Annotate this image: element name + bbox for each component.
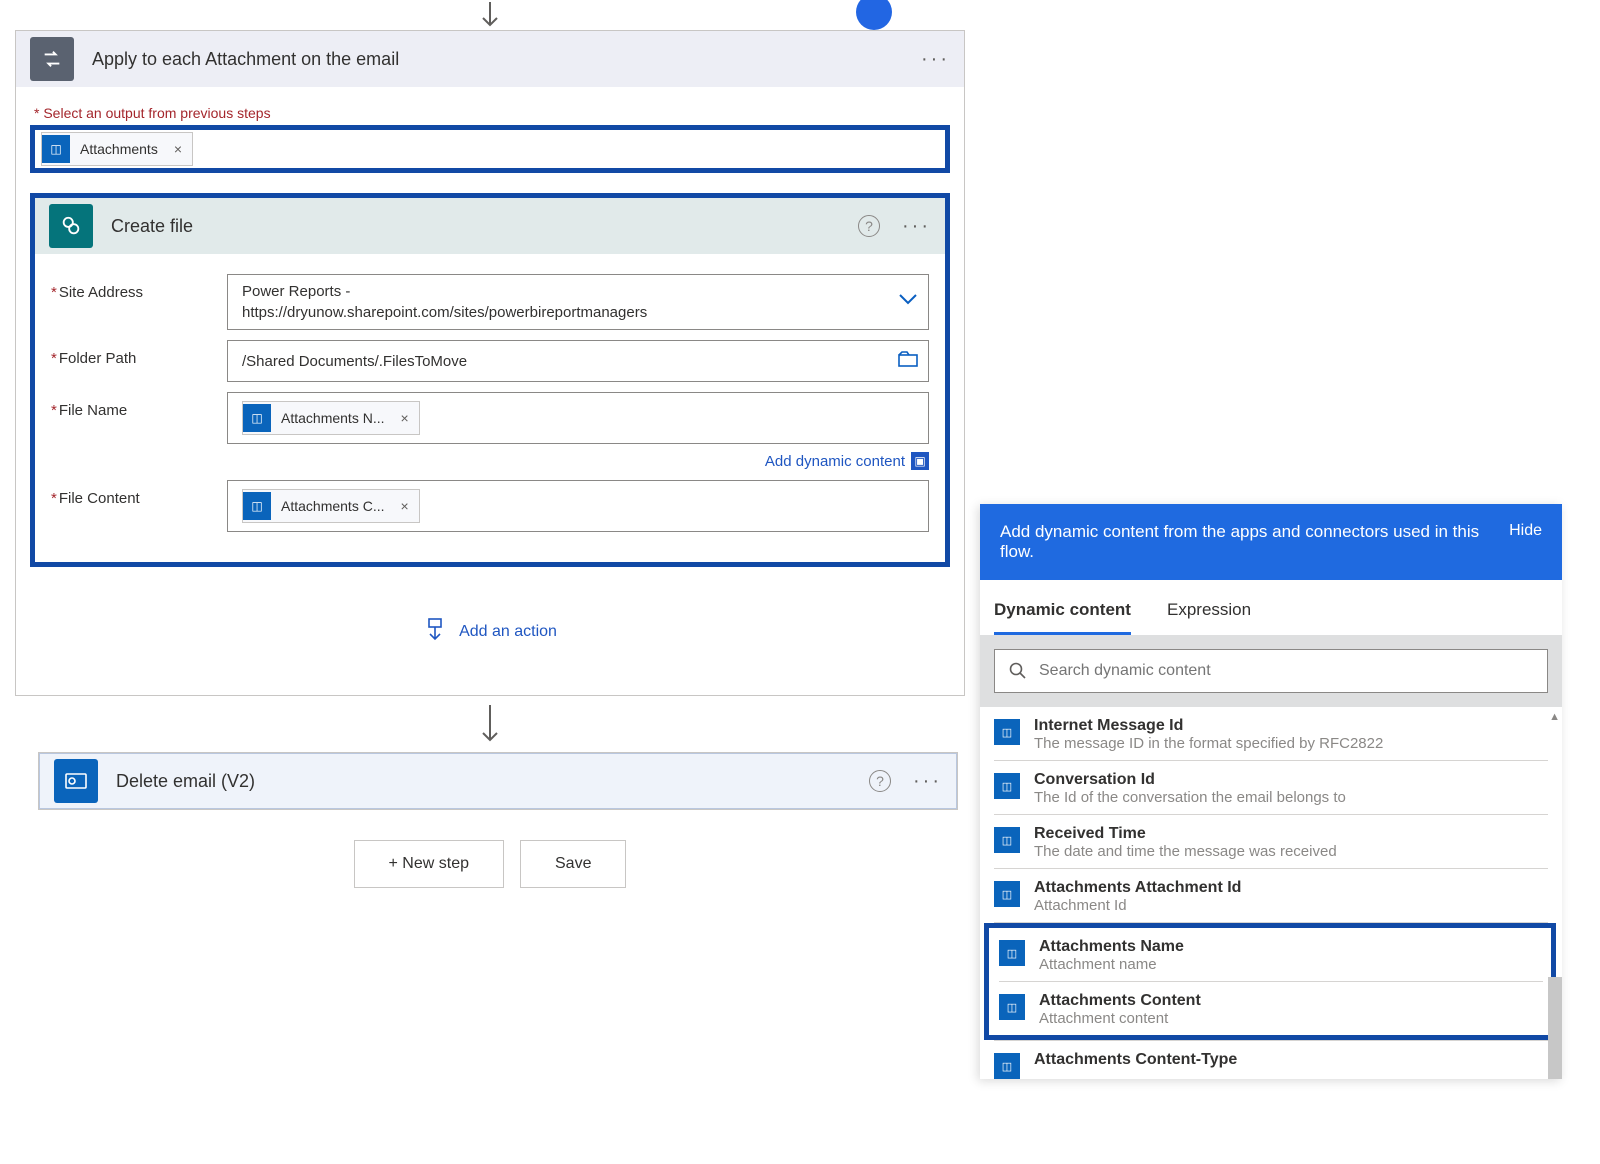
- file-content-label: *File Content: [51, 480, 227, 507]
- save-button[interactable]: Save: [520, 840, 626, 888]
- select-output-field[interactable]: ◫ Attachments ×: [30, 125, 950, 173]
- select-output-label: * Select an output from previous steps: [34, 105, 950, 121]
- site-address-value1: Power Reports -: [242, 283, 350, 300]
- sharepoint-icon: [49, 204, 93, 248]
- apply-title: Apply to each Attachment on the email: [74, 49, 921, 70]
- arrow-down-icon: [478, 1, 502, 29]
- site-address-row: *Site Address Power Reports - https://dr…: [51, 274, 929, 330]
- list-item-attachments-name[interactable]: ◫ Attachments NameAttachment name: [999, 928, 1543, 982]
- connector-dot[interactable]: [856, 0, 892, 30]
- apply-to-each-card: Apply to each Attachment on the email ··…: [15, 30, 965, 696]
- apply-more-menu[interactable]: ···: [921, 48, 950, 71]
- create-file-title: Create file: [93, 216, 858, 237]
- help-icon[interactable]: ?: [858, 215, 880, 237]
- add-an-action-button[interactable]: Add an action: [30, 597, 950, 667]
- outlook-icon: [54, 759, 98, 803]
- tab-dynamic-content[interactable]: Dynamic content: [994, 590, 1131, 635]
- dynamic-content-panel: Add dynamic content from the apps and co…: [980, 504, 1562, 1079]
- remove-token-button[interactable]: ×: [394, 498, 414, 514]
- site-address-value2: https://dryunow.sharepoint.com/sites/pow…: [242, 304, 647, 321]
- dynamic-search-wrap: [980, 635, 1562, 707]
- chevron-down-icon[interactable]: [898, 293, 918, 311]
- hide-panel-button[interactable]: Hide: [1493, 522, 1542, 540]
- search-icon: [1009, 662, 1027, 680]
- dynamic-search-box[interactable]: [994, 649, 1548, 693]
- file-content-field[interactable]: ◫ Attachments C... ×: [227, 480, 929, 532]
- dynamic-tabs: Dynamic content Expression: [980, 580, 1562, 635]
- file-name-row: *File Name ◫ Attachments N... × Add dy: [51, 392, 929, 470]
- add-dynamic-badge-icon: ▣: [911, 452, 929, 470]
- tab-expression[interactable]: Expression: [1167, 590, 1251, 635]
- list-item[interactable]: ◫ Attachments Attachment IdAttachment Id: [994, 869, 1548, 923]
- attachments-token-text: Attachments: [80, 141, 168, 157]
- dynamic-panel-header: Add dynamic content from the apps and co…: [980, 504, 1562, 580]
- list-item[interactable]: ◫ Conversation IdThe Id of the conversat…: [994, 761, 1548, 815]
- dynamic-content-list: ▲ ◫ Internet Message IdThe message ID in…: [980, 707, 1562, 1079]
- remove-token-button[interactable]: ×: [394, 410, 414, 426]
- create-file-header[interactable]: Create file ? ···: [35, 198, 945, 254]
- attachments-token[interactable]: ◫ Attachments ×: [41, 132, 193, 166]
- apply-body: * Select an output from previous steps ◫…: [16, 87, 964, 695]
- arrow-down-icon: [478, 704, 502, 744]
- file-name-label: *File Name: [51, 392, 227, 419]
- file-name-token[interactable]: ◫ Attachments N... ×: [242, 401, 420, 435]
- arrow-down-mid: [10, 696, 970, 752]
- create-file-more-menu[interactable]: ···: [902, 215, 931, 238]
- site-address-field[interactable]: Power Reports - https://dryunow.sharepoi…: [227, 274, 929, 330]
- file-name-field[interactable]: ◫ Attachments N... ×: [227, 392, 929, 444]
- highlighted-items: ◫ Attachments NameAttachment name ◫ Atta…: [984, 923, 1556, 1040]
- insert-step-icon: [423, 618, 447, 646]
- outlook-icon: ◫: [994, 773, 1020, 799]
- new-step-button[interactable]: + New step: [354, 840, 504, 888]
- flow-column: Apply to each Attachment on the email ··…: [10, 0, 970, 888]
- delete-email-title: Delete email (V2): [98, 771, 869, 792]
- file-content-row: *File Content ◫ Attachments C... ×: [51, 480, 929, 532]
- site-address-label: *Site Address: [51, 274, 227, 301]
- apply-header[interactable]: Apply to each Attachment on the email ··…: [16, 31, 964, 87]
- outlook-icon: ◫: [243, 404, 271, 432]
- create-file-card: Create file ? ··· *Site Address Power Re…: [30, 193, 950, 567]
- create-file-body: *Site Address Power Reports - https://dr…: [35, 254, 945, 562]
- folder-path-label: *Folder Path: [51, 340, 227, 367]
- remove-token-button[interactable]: ×: [168, 141, 188, 157]
- delete-email-more-menu[interactable]: ···: [913, 770, 942, 793]
- list-item[interactable]: ◫ Received TimeThe date and time the mes…: [994, 815, 1548, 869]
- outlook-icon: ◫: [994, 1053, 1020, 1079]
- file-content-token-text: Attachments C...: [281, 498, 394, 514]
- delete-email-card: Delete email (V2) ? ···: [38, 752, 958, 810]
- bottom-buttons: + New step Save: [10, 840, 970, 888]
- file-content-token[interactable]: ◫ Attachments C... ×: [242, 489, 420, 523]
- file-name-token-text: Attachments N...: [281, 410, 394, 426]
- folder-path-value: /Shared Documents/.FilesToMove: [242, 353, 467, 370]
- dynamic-search-input[interactable]: [1039, 662, 1533, 680]
- dynamic-header-text: Add dynamic content from the apps and co…: [1000, 522, 1493, 562]
- scrollbar-thumb[interactable]: [1548, 977, 1562, 1079]
- folder-path-field[interactable]: /Shared Documents/.FilesToMove: [227, 340, 929, 382]
- folder-picker-icon[interactable]: [898, 351, 918, 371]
- outlook-icon: ◫: [999, 994, 1025, 1020]
- outlook-icon: ◫: [994, 881, 1020, 907]
- add-dynamic-content-link[interactable]: Add dynamic content ▣: [227, 452, 929, 470]
- help-icon[interactable]: ?: [869, 770, 891, 792]
- list-item[interactable]: ◫ Attachments Content-Type: [994, 1040, 1548, 1079]
- folder-path-row: *Folder Path /Shared Documents/.FilesToM…: [51, 340, 929, 382]
- outlook-icon: ◫: [994, 827, 1020, 853]
- list-item[interactable]: ◫ Internet Message IdThe message ID in t…: [994, 707, 1548, 761]
- outlook-icon: ◫: [42, 135, 70, 163]
- loop-icon: [30, 37, 74, 81]
- arrow-down-top: [10, 0, 970, 30]
- outlook-icon: ◫: [999, 940, 1025, 966]
- outlook-icon: ◫: [243, 492, 271, 520]
- list-item-attachments-content[interactable]: ◫ Attachments ContentAttachment content: [999, 982, 1543, 1035]
- scroll-up-arrow[interactable]: ▲: [1549, 711, 1560, 723]
- delete-email-header[interactable]: Delete email (V2) ? ···: [39, 753, 957, 809]
- outlook-icon: ◫: [994, 719, 1020, 745]
